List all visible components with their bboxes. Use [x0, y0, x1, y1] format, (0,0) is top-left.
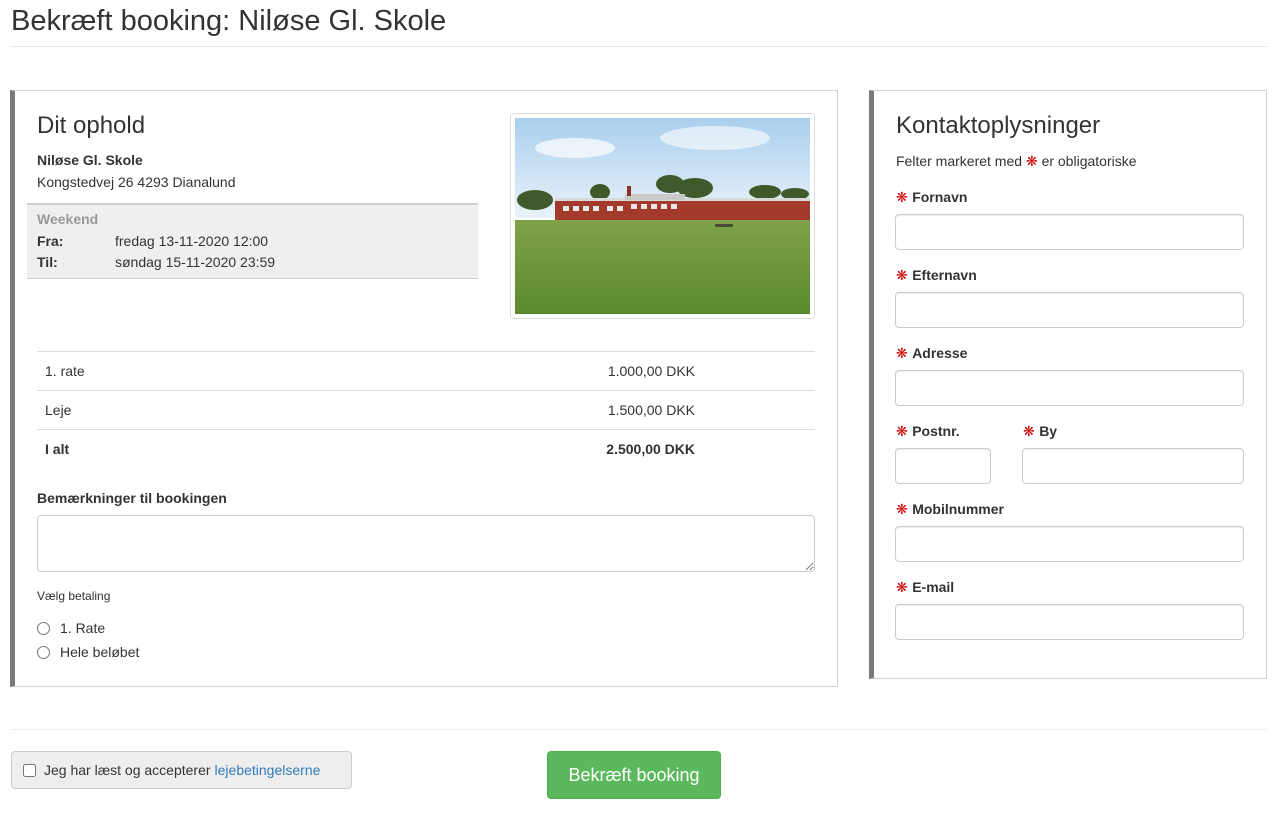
- city-input[interactable]: [1022, 448, 1244, 484]
- terms-text: Jeg har læst og accepterer: [44, 762, 211, 778]
- required-star-icon: ❋: [896, 267, 908, 283]
- venue-address: Kongstedvej 26 4293 Dianalund: [37, 174, 236, 190]
- field-label: Efternavn: [912, 267, 977, 283]
- table-row: 1. rate 1.000,00 DKK: [37, 351, 815, 390]
- payment-option-label: 1. Rate: [60, 620, 106, 636]
- footer-divider: [11, 729, 1267, 730]
- price-label: 1. rate: [45, 363, 85, 379]
- table-row-total: I alt 2.500,00 DKK: [37, 429, 815, 468]
- price-label: Leje: [45, 402, 72, 418]
- from-value: fredag 13-11-2020 12:00: [115, 233, 269, 249]
- title-divider: [11, 46, 1267, 47]
- zip-label: ❋ Postnr.: [896, 423, 960, 441]
- required-note-suffix: er obligatoriske: [1041, 153, 1137, 169]
- lastname-input[interactable]: [895, 292, 1244, 328]
- required-star-icon: ❋: [1025, 153, 1038, 169]
- field-label: Fornavn: [912, 189, 968, 205]
- required-star-icon: ❋: [1023, 423, 1035, 439]
- price-value: 2.500,00 DKK: [606, 441, 695, 457]
- table-row: Leje 1.500,00 DKK: [37, 390, 815, 429]
- zip-input[interactable]: [895, 448, 991, 484]
- payment-radio-full[interactable]: [37, 645, 50, 659]
- field-label: Adresse: [912, 345, 968, 361]
- remarks-textarea[interactable]: [37, 515, 815, 572]
- payment-label: Vælg betaling: [37, 589, 111, 603]
- address-label: ❋ Adresse: [896, 345, 967, 363]
- required-note-prefix: Felter markeret med: [896, 153, 1023, 169]
- period-type: Weekend: [37, 211, 99, 227]
- price-value: 1.500,00 DKK: [607, 402, 695, 418]
- email-label: ❋ E-mail: [896, 579, 954, 597]
- to-label: Til:: [37, 254, 58, 270]
- terms-checkbox-box[interactable]: Jeg har læst og accepterer lejebetingels…: [11, 751, 352, 789]
- to-value: søndag 15-11-2020 23:59: [115, 254, 276, 270]
- terms-checkbox[interactable]: [23, 763, 36, 777]
- address-input[interactable]: [895, 370, 1244, 406]
- from-label: Fra:: [37, 233, 64, 249]
- venue-name: Niløse Gl. Skole: [37, 152, 143, 168]
- lastname-label: ❋ Efternavn: [896, 267, 977, 285]
- price-value: 1.000,00 DKK: [607, 363, 695, 379]
- terms-link[interactable]: lejebetingelserne: [215, 762, 321, 778]
- city-label: ❋ By: [1023, 423, 1057, 441]
- price-label: I alt: [45, 441, 70, 457]
- contact-heading: Kontaktoplysninger: [896, 112, 1101, 139]
- field-label: Postnr.: [912, 423, 960, 439]
- confirm-booking-button[interactable]: Bekræft booking: [547, 751, 721, 799]
- required-star-icon: ❋: [896, 501, 908, 517]
- payment-option-rate[interactable]: 1. Rate: [37, 620, 105, 636]
- field-label: By: [1039, 423, 1058, 439]
- firstname-input[interactable]: [895, 214, 1244, 250]
- payment-option-full[interactable]: Hele beløbet: [37, 644, 139, 660]
- payment-option-label: Hele beløbet: [60, 644, 140, 660]
- venue-photo: [510, 113, 815, 319]
- price-table: 1. rate 1.000,00 DKK Leje 1.500,00 DKK I…: [37, 351, 815, 468]
- mobile-input[interactable]: [895, 526, 1244, 562]
- firstname-label: ❋ Fornavn: [896, 189, 967, 207]
- field-label: Mobilnummer: [912, 501, 1004, 517]
- stay-heading: Dit ophold: [37, 112, 146, 139]
- required-star-icon: ❋: [896, 423, 908, 439]
- email-input[interactable]: [895, 604, 1244, 640]
- remarks-label: Bemærkninger til bookingen: [37, 490, 227, 506]
- required-star-icon: ❋: [896, 189, 908, 205]
- payment-radio-rate[interactable]: [37, 621, 50, 635]
- required-note: Felter markeret med ❋ er obligatoriske: [896, 153, 1137, 170]
- school-building-photo: [515, 118, 810, 314]
- page-title: Bekræft booking: Niløse Gl. Skole: [11, 5, 447, 37]
- required-star-icon: ❋: [896, 345, 908, 361]
- field-label: E-mail: [912, 579, 955, 595]
- mobile-label: ❋ Mobilnummer: [896, 501, 1004, 519]
- required-star-icon: ❋: [896, 579, 908, 595]
